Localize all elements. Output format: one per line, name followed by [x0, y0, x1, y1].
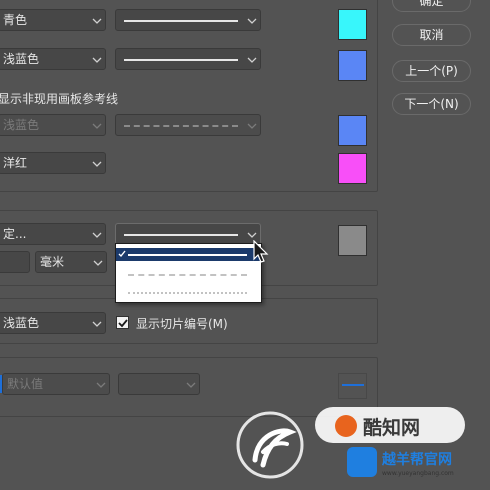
line-style-menu [115, 243, 262, 303]
smart-guide-color-value: 浅蓝色 [3, 52, 40, 66]
solid-line-sample [124, 20, 238, 22]
next-button[interactable]: 下一个(N) [392, 93, 471, 115]
grid-unit-value: 毫米 [40, 255, 65, 269]
cancel-button[interactable]: 取消 [392, 24, 471, 46]
line-style-option-solid[interactable] [116, 248, 261, 261]
chevron-down-icon [186, 382, 196, 388]
inactive-guide-swatch[interactable] [338, 115, 367, 146]
chevron-down-icon [92, 232, 102, 238]
default-value-select[interactable]: 默认值 [2, 373, 110, 395]
chevron-down-icon [96, 382, 106, 388]
brand-name: 酷知网 [363, 417, 421, 439]
chevron-down-icon [92, 57, 102, 63]
dashed-line-sample [128, 274, 247, 276]
inactive-guide-color-value: 浅蓝色 [3, 118, 40, 132]
site-url: www.yueyangbang.com [382, 470, 454, 477]
inactive-guide-color-select[interactable]: 浅蓝色 [0, 114, 106, 136]
inactive-artboard-guides-label: 显示非现用画板参考线 [0, 92, 119, 106]
chevron-down-icon [93, 260, 103, 266]
solid-line-sample [124, 59, 238, 61]
brand-circle-logo [335, 415, 357, 437]
check-icon [118, 319, 128, 328]
inactive-guide-style-select[interactable] [115, 114, 261, 136]
chevron-down-icon [92, 18, 102, 24]
secondary-disabled-select[interactable] [118, 373, 200, 395]
chevron-down-icon [92, 123, 102, 129]
smart-guide-swatch[interactable] [338, 50, 367, 81]
site-logo-icon [347, 447, 377, 477]
guide-color-value: 青色 [3, 13, 28, 27]
grid-color-value: 定... [3, 227, 27, 241]
smart-guide-style-select[interactable] [115, 48, 261, 70]
guide-style-select[interactable] [115, 9, 261, 31]
grid-unit-select[interactable]: 毫米 [35, 251, 107, 273]
artboard-color-swatch[interactable] [338, 153, 367, 184]
dashed-line-sample [124, 125, 238, 127]
leaf-logo-icon [236, 411, 304, 479]
site-name: 越羊帮官网 [382, 452, 452, 468]
chevron-down-icon [247, 18, 257, 24]
grid-color-select[interactable]: 定... [0, 223, 106, 245]
previous-button[interactable]: 上一个(P) [392, 60, 471, 82]
line-style-option-dotted[interactable] [116, 286, 261, 299]
watermark: 酷知网 越羊帮官网 www.yueyangbang.com [235, 395, 490, 490]
chevron-down-icon [247, 123, 257, 129]
disabled-swatch-accent [342, 384, 364, 386]
chevron-down-icon [92, 161, 102, 167]
show-slice-numbers-label[interactable]: 显示切片编号(M) [136, 315, 228, 332]
mouse-pointer-icon [253, 240, 269, 263]
line-style-option-dashed[interactable] [116, 268, 261, 281]
grid-style-select[interactable] [115, 223, 261, 245]
chevron-down-icon [92, 321, 102, 327]
chevron-down-icon [247, 57, 257, 63]
solid-line-sample [128, 254, 247, 256]
gridline-every-input[interactable] [0, 251, 30, 273]
smart-guide-color-select[interactable]: 浅蓝色 [0, 48, 106, 70]
artboard-color-select[interactable]: 洋红 [0, 152, 106, 174]
grid-color-swatch[interactable] [338, 225, 367, 256]
chevron-down-icon [247, 232, 257, 238]
show-slice-numbers-checkbox[interactable] [116, 316, 129, 329]
solid-line-sample [124, 234, 238, 236]
dotted-line-sample [128, 292, 247, 294]
check-icon [118, 250, 126, 258]
artboard-color-value: 洋红 [3, 156, 28, 170]
guide-color-swatch[interactable] [338, 9, 367, 40]
default-value-label: 默认值 [7, 377, 44, 391]
slice-color-select[interactable]: 浅蓝色 [0, 312, 106, 334]
slice-color-value: 浅蓝色 [3, 316, 40, 330]
ok-button[interactable]: 确定 [392, 0, 471, 12]
guide-color-select[interactable]: 青色 [0, 9, 106, 31]
